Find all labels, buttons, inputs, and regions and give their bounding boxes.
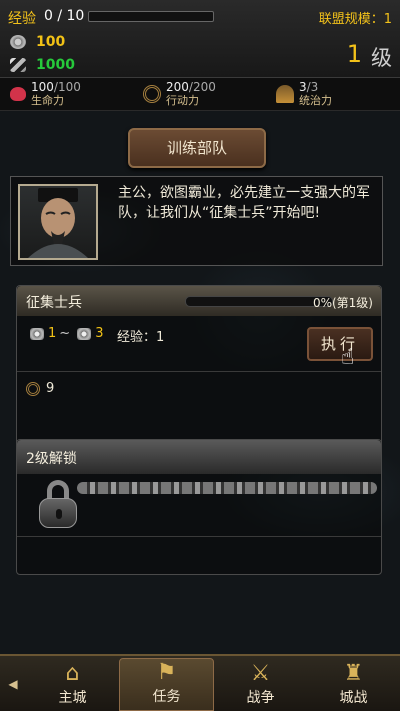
command-label: 统治力 [299,94,332,107]
advisor-message: 主公，欲图霸业，必先建立一支强大的军队，让我们从“征集士兵”开始吧! [118,185,370,221]
nav-label: 主城 [58,690,87,706]
lock-icon [39,480,77,528]
alliance-size[interactable]: 联盟规模：1 [319,8,392,27]
level-unit: 级 [371,46,392,70]
reward-max: 3 [95,326,104,341]
nav-item-war[interactable]: ⚔ 战争 [214,656,307,711]
divider [17,371,381,372]
task-panel: 征集士兵 0%(第1级) 1 ~ 3 经验：1 执行 9 [16,285,382,465]
advisor-portrait [18,184,98,260]
xp-progress-bar [88,11,214,22]
nav-label: 战争 [246,690,275,706]
execute-button[interactable]: 执行 [307,327,373,361]
xp-label: 经验 [8,11,36,27]
gold-value: 100 [36,34,66,50]
ap-label: 行动力 [166,94,199,107]
command-stat: 3/3 统治力 [276,80,332,108]
food-value: 1000 [36,57,75,73]
food-resource: 1000 [10,57,75,73]
reward-min: 1 [48,326,57,341]
stat-bar: 100/100 生命力 200/200 行动力 3/3 统治力 [0,78,400,111]
divider [17,536,381,537]
advisor-dialog: 主公，欲图霸业，必先建立一支强大的军队，让我们从“征集士兵”开始吧! [10,176,383,266]
nav-item-quests[interactable]: ⚑ 任务 [119,658,214,711]
command-max: /3 [306,80,319,94]
hp-stat: 100/100 生命力 [10,80,81,108]
heart-icon [10,87,26,101]
command-value: 3 [299,80,307,94]
task-exp: 经验：1 [117,330,165,345]
action-cost: 9 [26,381,54,396]
level-number: 1 [346,40,362,68]
coin-icon [30,327,44,340]
castle-icon: ⌂ [65,661,80,686]
flag-icon: ⚑ [156,660,177,685]
reward-range: 1 ~ 3 [26,326,103,341]
helmet-icon [276,85,294,103]
nav-label: 城战 [339,690,368,706]
unlock-title: 2级解锁 [26,451,77,467]
hp-label: 生命力 [31,94,64,107]
wheel-icon [26,381,40,396]
ap-max: /200 [188,80,216,94]
siege-icon: ♜ [343,661,364,686]
unlock-header: 2级解锁 [17,440,381,474]
unlock-panel: 2级解锁 [16,439,382,575]
hp-value: 100 [31,80,54,94]
nav-item-siege[interactable]: ♜ 城战 [307,656,400,711]
swords-icon: ⚔ [250,661,271,686]
train-troops-tab[interactable]: 训练部队 [128,128,266,168]
top-bar: 经验 0 / 10 联盟规模：1 100 1000 1 级 [0,0,400,78]
nav-label: 任务 [152,689,181,705]
chain-icon [77,482,377,494]
task-title: 征集士兵 [26,295,82,311]
hand-cursor-icon: ☝ [341,345,355,370]
reward-sep: ~ [59,326,71,341]
task-progress-text: 0%(第1级) [312,296,373,310]
nav-item-city[interactable]: ⌂ 主城 [26,656,119,711]
cost-value: 9 [46,381,55,396]
gold-resource: 100 [10,34,65,50]
wheat-icon [10,58,26,72]
ap-value: 200 [166,80,189,94]
wheel-icon [143,85,161,103]
task-header: 征集士兵 0%(第1级) [17,286,381,316]
coin-icon [77,327,92,340]
coin-icon [10,35,26,49]
task-progress-bar [185,296,333,307]
hp-max: /100 [53,80,81,94]
main-content: 训练部队 主公，欲图霸业，必先建立一支强大的军队，让我们从“征集士兵”开始吧! … [0,111,400,654]
nav-left-arrow-icon[interactable]: ◀ [0,656,26,711]
ap-stat: 200/200 行动力 [143,80,216,108]
bottom-nav: ◀ ⌂ 主城 ⚑ 任务 ⚔ 战争 ♜ 城战 [0,654,400,711]
xp-value: 0 / 10 [44,8,85,24]
